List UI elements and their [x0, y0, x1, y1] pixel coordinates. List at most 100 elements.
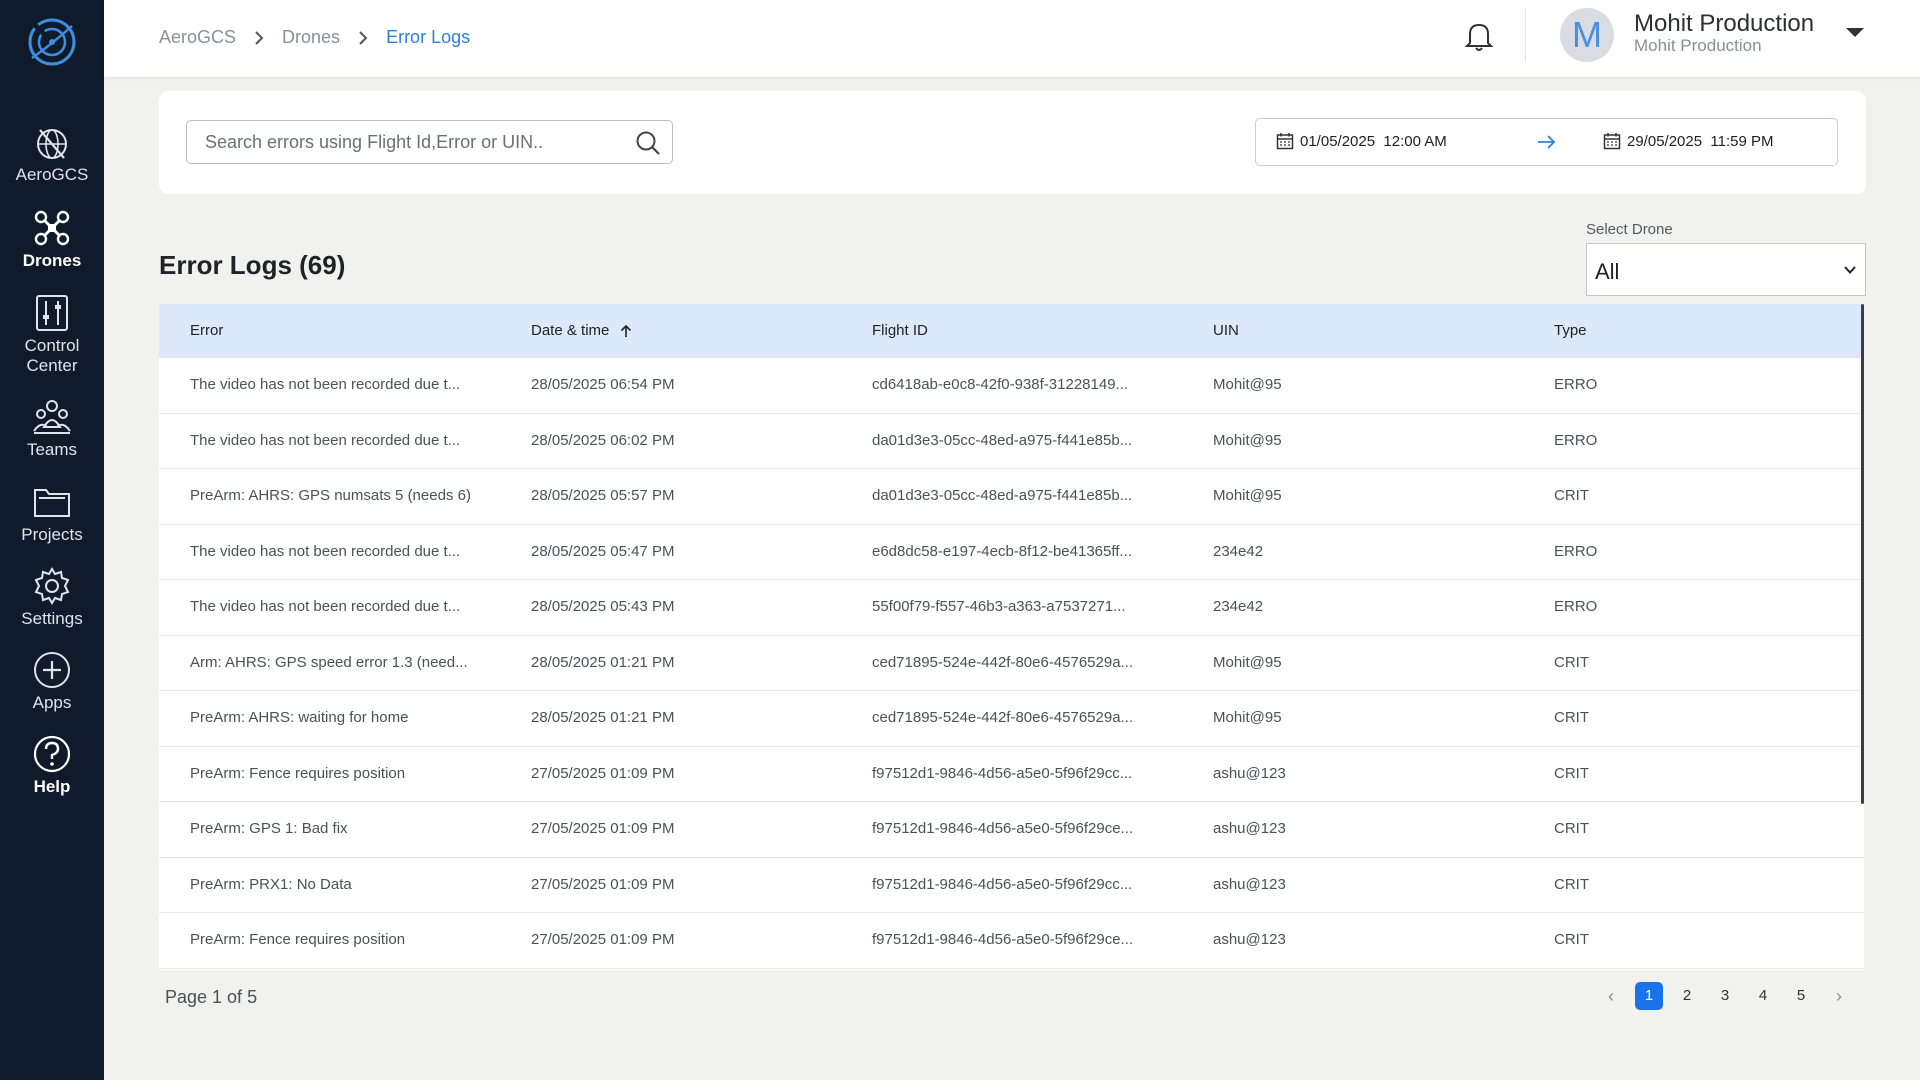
prev-page-button[interactable]: ‹ [1597, 982, 1625, 1010]
cell-date-time: 27/05/2025 01:09 PM [531, 764, 675, 782]
sliders-icon [36, 295, 68, 331]
column-header-flight-id[interactable]: Flight ID [872, 322, 928, 339]
chevron-down-icon [1844, 266, 1856, 274]
cell-uin: ashu@123 [1213, 764, 1286, 782]
table-row[interactable]: The video has not been recorded due t...… [159, 524, 1864, 580]
cell-date-time: 28/05/2025 05:57 PM [531, 487, 675, 504]
user-org: Mohit Production [1634, 36, 1762, 55]
drone-select[interactable]: All [1586, 243, 1866, 296]
cell-flight-id: e6d8dc58-e197-4ecb-8f12-be41365ff... [872, 542, 1132, 560]
user-menu-caret-icon[interactable] [1846, 28, 1864, 37]
table-row[interactable]: The video has not been recorded due t...… [159, 358, 1864, 414]
cell-date-time: 28/05/2025 06:02 PM [531, 431, 675, 449]
header-divider [1525, 8, 1526, 62]
cell-error: The video has not been recorded due t... [190, 542, 461, 560]
table-row[interactable]: Arm: AHRS: GPS speed error 1.3 (need... 2… [159, 635, 1864, 691]
page-button-1[interactable]: 1 [1635, 982, 1663, 1010]
cell-flight-id: f97512d1-9846-4d56-a5e0-5f96f29cc... [872, 764, 1133, 782]
table-row[interactable]: The video has not been recorded due t...… [159, 413, 1864, 469]
cell-date-time: 28/05/2025 05:43 PM [531, 598, 675, 615]
avatar[interactable]: M [1560, 8, 1614, 62]
page-button-5[interactable]: 5 [1787, 982, 1815, 1010]
calendar-icon [1276, 133, 1294, 150]
sidebar-item-aerogcs[interactable]: AeroGCS [0, 122, 104, 185]
cell-type: ERRO [1554, 431, 1598, 449]
cell-uin: Mohit@95 [1213, 431, 1282, 449]
sidebar-item-help[interactable]: Help [0, 734, 104, 797]
plus-circle-icon [34, 652, 70, 688]
cell-flight-id: ced71895-524e-442f-80e6-4576529a... [872, 653, 1134, 671]
table-scrollbar[interactable] [1861, 304, 1864, 804]
column-header-date-time[interactable]: Date & time [531, 322, 633, 339]
table-header: Error Date & time Flight ID UIN Type [159, 304, 1864, 358]
sort-ascending-icon[interactable] [619, 324, 633, 338]
drone-globe-icon [37, 129, 67, 159]
cell-date-time: 27/05/2025 01:09 PM [531, 931, 675, 948]
breadcrumb: AeroGCS Drones Error Logs [159, 27, 470, 48]
search-input[interactable] [187, 121, 627, 163]
chevron-right-icon [359, 30, 368, 45]
cell-uin: ashu@123 [1213, 931, 1286, 948]
column-header-uin[interactable]: UIN [1213, 322, 1239, 339]
end-date-field[interactable]: 29/05/2025 11:59 PM [1603, 132, 1774, 150]
cell-type: CRIT [1554, 709, 1589, 726]
table-row[interactable]: PreArm: AHRS: GPS numsats 5 (needs 6) 28/… [159, 469, 1864, 525]
error-logs-table: Error Date & time Flight ID UIN Type The… [159, 304, 1864, 970]
sidebar-item-drones[interactable]: Drones [0, 208, 104, 271]
breadcrumb-drones[interactable]: Drones [282, 27, 340, 48]
breadcrumb-aerogcs[interactable]: AeroGCS [159, 27, 236, 48]
page-button-4[interactable]: 4 [1749, 982, 1777, 1010]
sidebar-item-label: Projects [21, 525, 83, 544]
column-header-error[interactable]: Error [190, 322, 223, 339]
arrow-right-icon [1538, 135, 1556, 149]
table-row[interactable]: PreArm: GPS 1: Bad fix 27/05/2025 01:09 P… [159, 802, 1864, 858]
cell-flight-id: ced71895-524e-442f-80e6-4576529a... [872, 709, 1134, 726]
search-icon[interactable] [635, 130, 661, 156]
sidebar-item-projects[interactable]: Projects [0, 482, 104, 545]
sidebar-item-label: Help [33, 777, 71, 796]
sidebar-item-apps[interactable]: Apps [0, 650, 104, 713]
sidebar-item-label: AeroGCS [15, 165, 89, 184]
date-range-picker: 01/05/2025 12:00 AM 29/05/2025 11:59 PM [1255, 118, 1838, 166]
cell-uin: Mohit@95 [1213, 709, 1282, 726]
cell-flight-id: 55f00f79-f557-46b3-a363-a7537271... [872, 598, 1126, 615]
drone-icon [34, 210, 70, 246]
notification-bell-icon[interactable] [1464, 20, 1494, 52]
end-date-value: 29/05/2025 11:59 PM [1627, 132, 1774, 150]
cell-error: Arm: AHRS: GPS speed error 1.3 (need... [190, 653, 468, 671]
cell-error: PreArm: Fence requires position [190, 931, 406, 948]
table-row[interactable]: PreArm: PRX1: No Data 27/05/2025 01:09 PM… [159, 857, 1864, 913]
sidebar-item-control-center[interactable]: Control Center [0, 293, 104, 376]
cell-date-time: 28/05/2025 01:21 PM [531, 709, 675, 726]
start-date-field[interactable]: 01/05/2025 12:00 AM [1276, 132, 1447, 150]
cell-date-time: 27/05/2025 01:09 PM [531, 875, 675, 893]
cell-type: CRIT [1554, 875, 1589, 893]
breadcrumb-error-logs: Error Logs [386, 27, 471, 47]
cell-uin: ashu@123 [1213, 820, 1286, 837]
filter-panel: 01/05/2025 12:00 AM 29/05/2025 11:59 PM [159, 91, 1866, 194]
next-page-button[interactable]: › [1825, 982, 1853, 1010]
cell-uin: ashu@123 [1213, 875, 1286, 893]
column-header-type[interactable]: Type [1554, 322, 1587, 339]
cell-type: CRIT [1554, 487, 1589, 504]
sidebar-item-settings[interactable]: Settings [0, 566, 104, 629]
page-title: Error Logs (69) [159, 250, 346, 280]
aerogcs-logo[interactable] [24, 14, 80, 70]
page-info: Page 1 of 5 [165, 987, 258, 1007]
cell-type: ERRO [1554, 542, 1598, 560]
sidebar-item-label: Drones [22, 251, 82, 270]
table-row[interactable]: The video has not been recorded due t...… [159, 580, 1864, 636]
cell-flight-id: f97512d1-9846-4d56-a5e0-5f96f29ce... [872, 931, 1134, 948]
cell-error: The video has not been recorded due t... [190, 431, 461, 449]
table-row[interactable]: PreArm: Fence requires position 27/05/202… [159, 746, 1864, 802]
user-name[interactable]: Mohit Production [1634, 10, 1814, 38]
page-button-2[interactable]: 2 [1673, 982, 1701, 1010]
page-button-3[interactable]: 3 [1711, 982, 1739, 1010]
cell-type: CRIT [1554, 764, 1589, 782]
cell-flight-id: da01d3e3-05cc-48ed-a975-f441e85b... [872, 487, 1133, 504]
sidebar-item-teams[interactable]: Teams [0, 397, 104, 460]
cell-uin: Mohit@95 [1213, 653, 1282, 671]
select-drone-label: Select Drone [1586, 221, 1673, 238]
table-row[interactable]: PreArm: AHRS: waiting for home 28/05/2025… [159, 691, 1864, 747]
table-row[interactable]: PreArm: Fence requires position 27/05/202… [159, 913, 1864, 969]
